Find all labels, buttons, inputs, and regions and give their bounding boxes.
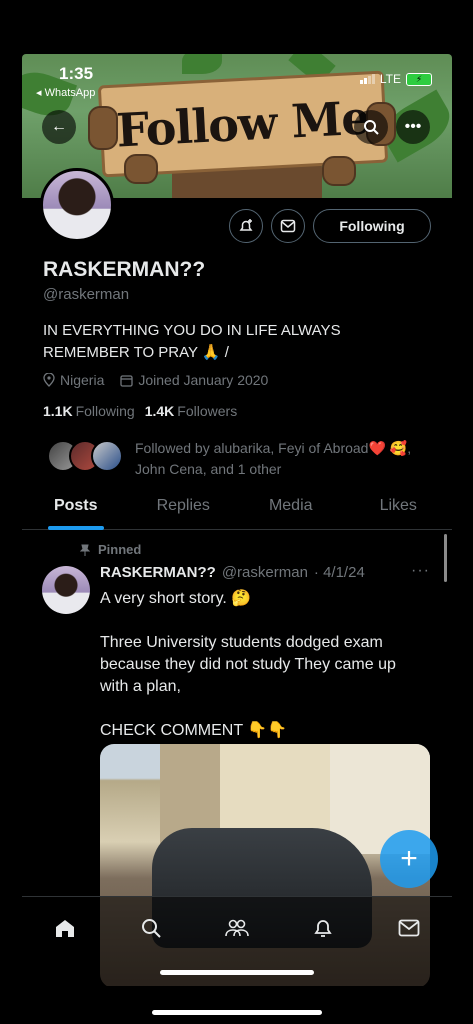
- status-time: 1:35: [59, 64, 94, 83]
- tab-likes[interactable]: Likes: [345, 486, 453, 529]
- signal-icon: [359, 74, 375, 84]
- search-icon: [364, 120, 379, 135]
- scroll-indicator[interactable]: [444, 534, 447, 582]
- post-more-button[interactable]: ···: [411, 562, 430, 580]
- followed-by-row[interactable]: Followed by alubarika, Feyi of Abroad❤️ …: [47, 438, 435, 480]
- character-hand: [88, 106, 118, 150]
- pinned-label: Pinned: [98, 542, 142, 557]
- profile-bio: IN EVERYTHING YOU DO IN LIFE ALWAYS REME…: [43, 320, 403, 364]
- calendar-icon: [120, 374, 134, 387]
- location: Nigeria: [43, 372, 104, 388]
- nav-home[interactable]: [45, 913, 85, 943]
- home-icon: [56, 920, 74, 937]
- nav-search[interactable]: [131, 913, 171, 943]
- arrow-left-icon: ←: [51, 118, 67, 135]
- profile-tabs: Posts Replies Media Likes: [22, 486, 452, 530]
- bio-line: IN EVERYTHING YOU DO IN LIFE ALWAYS: [43, 322, 341, 339]
- search-button[interactable]: [354, 110, 388, 144]
- followed-by-text: Followed by alubarika, Feyi of Abroad❤️ …: [135, 440, 412, 477]
- envelope-icon: [280, 219, 296, 233]
- profile-screen: Follow Me 1:35 ◂ WhatsApp LTE ⚡ ← ••• Fo…: [22, 54, 452, 986]
- post-author-name[interactable]: RASKERMAN??: [100, 564, 216, 581]
- more-options-button[interactable]: •••: [396, 110, 430, 144]
- join-date-text: Joined January 2020: [138, 372, 269, 388]
- communities-icon: [225, 919, 249, 937]
- follow-counts: 1.1K Following 1.4K Followers: [43, 403, 237, 419]
- character-hand: [322, 156, 356, 186]
- notify-button[interactable]: [229, 209, 263, 243]
- profile-handle: @raskerman: [43, 286, 130, 303]
- tab-replies[interactable]: Replies: [130, 486, 238, 529]
- device-home-indicator[interactable]: [152, 1010, 322, 1015]
- profile-meta: Nigeria Joined January 2020: [43, 372, 268, 388]
- join-date: Joined January 2020: [120, 372, 268, 388]
- sign-text: Follow Me: [115, 90, 371, 158]
- tab-posts[interactable]: Posts: [22, 486, 130, 530]
- message-button[interactable]: [271, 209, 305, 243]
- post-author-handle[interactable]: @raskerman: [222, 564, 308, 581]
- home-indicator[interactable]: [160, 970, 314, 975]
- post-line: CHECK COMMENT 👇👇: [100, 722, 288, 739]
- nav-notifications[interactable]: [303, 913, 343, 943]
- post-text[interactable]: A very short story. 🤔 Three University s…: [100, 588, 420, 764]
- following-button[interactable]: Following: [313, 209, 431, 243]
- status-indicators: LTE ⚡: [359, 72, 432, 86]
- bell-plus-icon: [239, 219, 253, 231]
- network-label: LTE: [379, 72, 401, 86]
- location-text: Nigeria: [60, 372, 105, 388]
- back-to-app-link[interactable]: ◂ WhatsApp: [36, 86, 95, 99]
- follower-avatar: [91, 440, 123, 472]
- compose-post-button[interactable]: +: [380, 830, 438, 888]
- more-icon: •••: [404, 118, 422, 135]
- post-author-avatar[interactable]: [42, 566, 90, 614]
- profile-avatar[interactable]: [40, 168, 114, 242]
- search-icon: [142, 919, 161, 938]
- followers-count-link[interactable]: 1.4K Followers: [145, 403, 237, 419]
- post-line: A very short story. 🤔: [100, 590, 252, 607]
- tab-media[interactable]: Media: [237, 486, 345, 529]
- post-date[interactable]: · 4/1/24: [314, 564, 365, 581]
- follower-avatars: [47, 438, 123, 474]
- location-pin-icon: [43, 373, 55, 387]
- post-paragraph: Three University students dodged exam be…: [100, 634, 396, 695]
- leaf-decoration: [182, 54, 222, 74]
- plus-icon: +: [400, 842, 418, 875]
- back-button[interactable]: ←: [42, 110, 76, 144]
- nav-communities[interactable]: [217, 913, 257, 943]
- messages-icon: [398, 919, 420, 937]
- character-hand: [124, 154, 158, 184]
- nav-messages[interactable]: [389, 913, 429, 943]
- notifications-icon: [314, 920, 332, 937]
- post-header: RASKERMAN?? @raskerman · 4/1/24: [100, 564, 430, 581]
- pin-icon: [80, 544, 90, 556]
- battery-charging-icon: ⚡: [406, 72, 432, 86]
- pinned-indicator: Pinned: [80, 542, 141, 557]
- bio-line: REMEMBER TO PRAY 🙏 /: [43, 344, 229, 361]
- profile-name: RASKERMAN??: [43, 258, 206, 281]
- following-count-link[interactable]: 1.1K Following: [43, 403, 135, 419]
